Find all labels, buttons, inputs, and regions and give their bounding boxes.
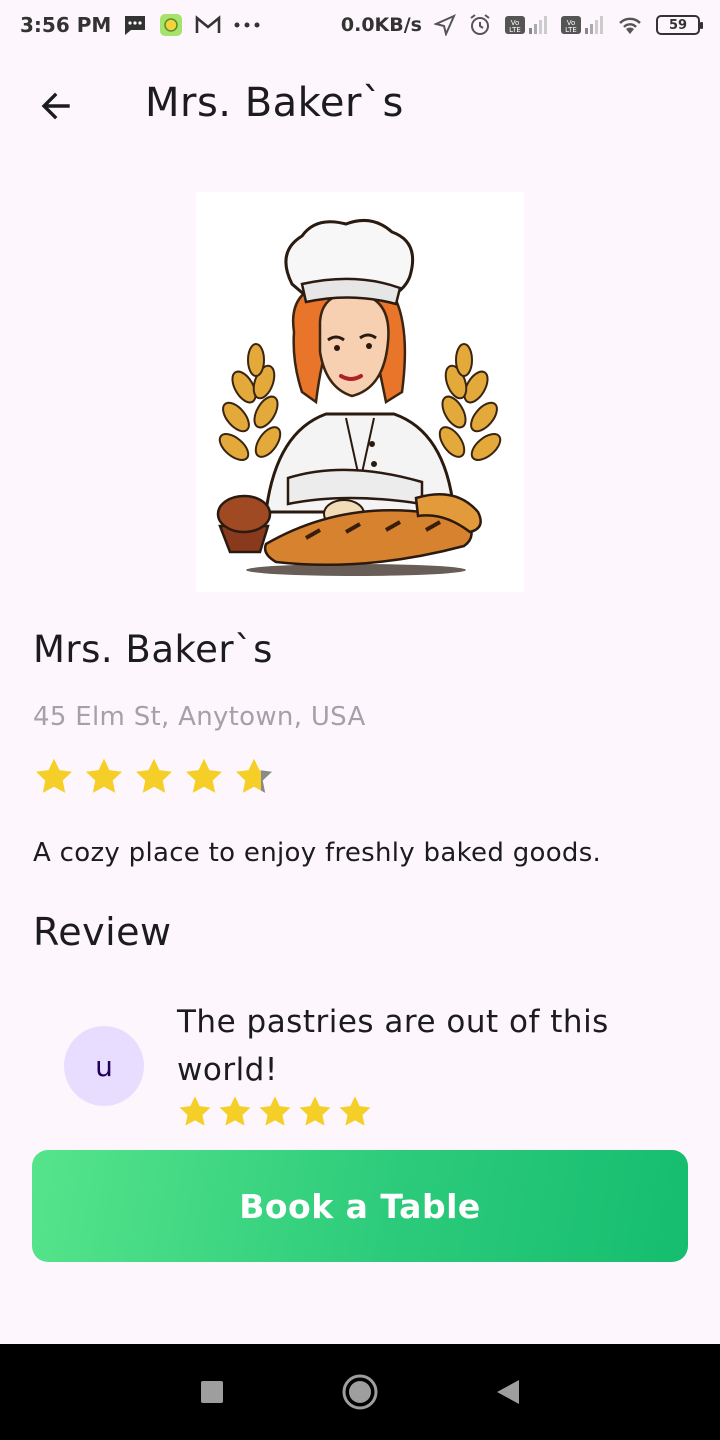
volte-icon: Vo LTE [504, 14, 548, 36]
network-speed: 0.0KB/s [340, 14, 422, 36]
message-icon [123, 14, 147, 36]
rating-stars [33, 756, 275, 798]
avatar: u [64, 1026, 144, 1106]
circle-icon [342, 1374, 378, 1410]
baker-illustration [196, 192, 524, 592]
review-item: u The pastries are out of this world! [0, 990, 720, 1140]
back-button[interactable] [32, 82, 80, 130]
wifi-icon [616, 14, 644, 36]
star-icon [185, 758, 223, 793]
place-name: Mrs. Baker`s [33, 628, 273, 671]
star-icon [299, 1096, 331, 1126]
star-icon [85, 758, 123, 793]
review-heading: Review [33, 910, 172, 954]
system-nav-bar [0, 1344, 720, 1440]
back-nav-button[interactable] [484, 1368, 532, 1416]
more-dots-icon [233, 21, 261, 29]
place-description: A cozy place to enjoy freshly baked good… [33, 838, 602, 868]
star-icon [135, 758, 173, 793]
svg-text:LTE: LTE [509, 26, 521, 34]
status-bar-left: 3:56 PM [20, 13, 261, 37]
place-address: 45 Elm St, Anytown, USA [33, 702, 366, 732]
star-icon [35, 758, 73, 793]
alarm-icon [468, 13, 492, 37]
arrow-left-icon [41, 92, 70, 120]
review-rating-stars [177, 1094, 373, 1130]
review-text: The pastries are out of this world! [177, 1004, 609, 1088]
book-table-button[interactable]: Book a Table [32, 1150, 688, 1262]
star-icon [219, 1096, 251, 1126]
page-title: Mrs. Baker`s [145, 80, 404, 126]
app-icon [159, 13, 183, 37]
star-icon [235, 758, 273, 793]
app-bar: Mrs. Baker`s [0, 60, 720, 150]
battery-icon: 59 [656, 15, 703, 35]
triangle-back-icon [497, 1380, 519, 1404]
star-icon [339, 1096, 371, 1126]
location-arrow-icon [434, 14, 456, 36]
star-icon [179, 1096, 211, 1126]
square-icon [201, 1381, 223, 1403]
gmail-icon [195, 15, 221, 35]
svg-text:LTE: LTE [565, 26, 577, 34]
home-button[interactable] [336, 1368, 384, 1416]
status-bar-right: 0.0KB/s Vo LTE Vo LTE 59 [340, 13, 703, 37]
volte-icon: Vo LTE [560, 14, 604, 36]
recents-button[interactable] [188, 1368, 236, 1416]
status-time: 3:56 PM [20, 13, 112, 37]
star-icon [259, 1096, 291, 1126]
status-bar: 3:56 PM 0.0KB/s Vo LTE Vo LTE 59 [0, 0, 720, 50]
